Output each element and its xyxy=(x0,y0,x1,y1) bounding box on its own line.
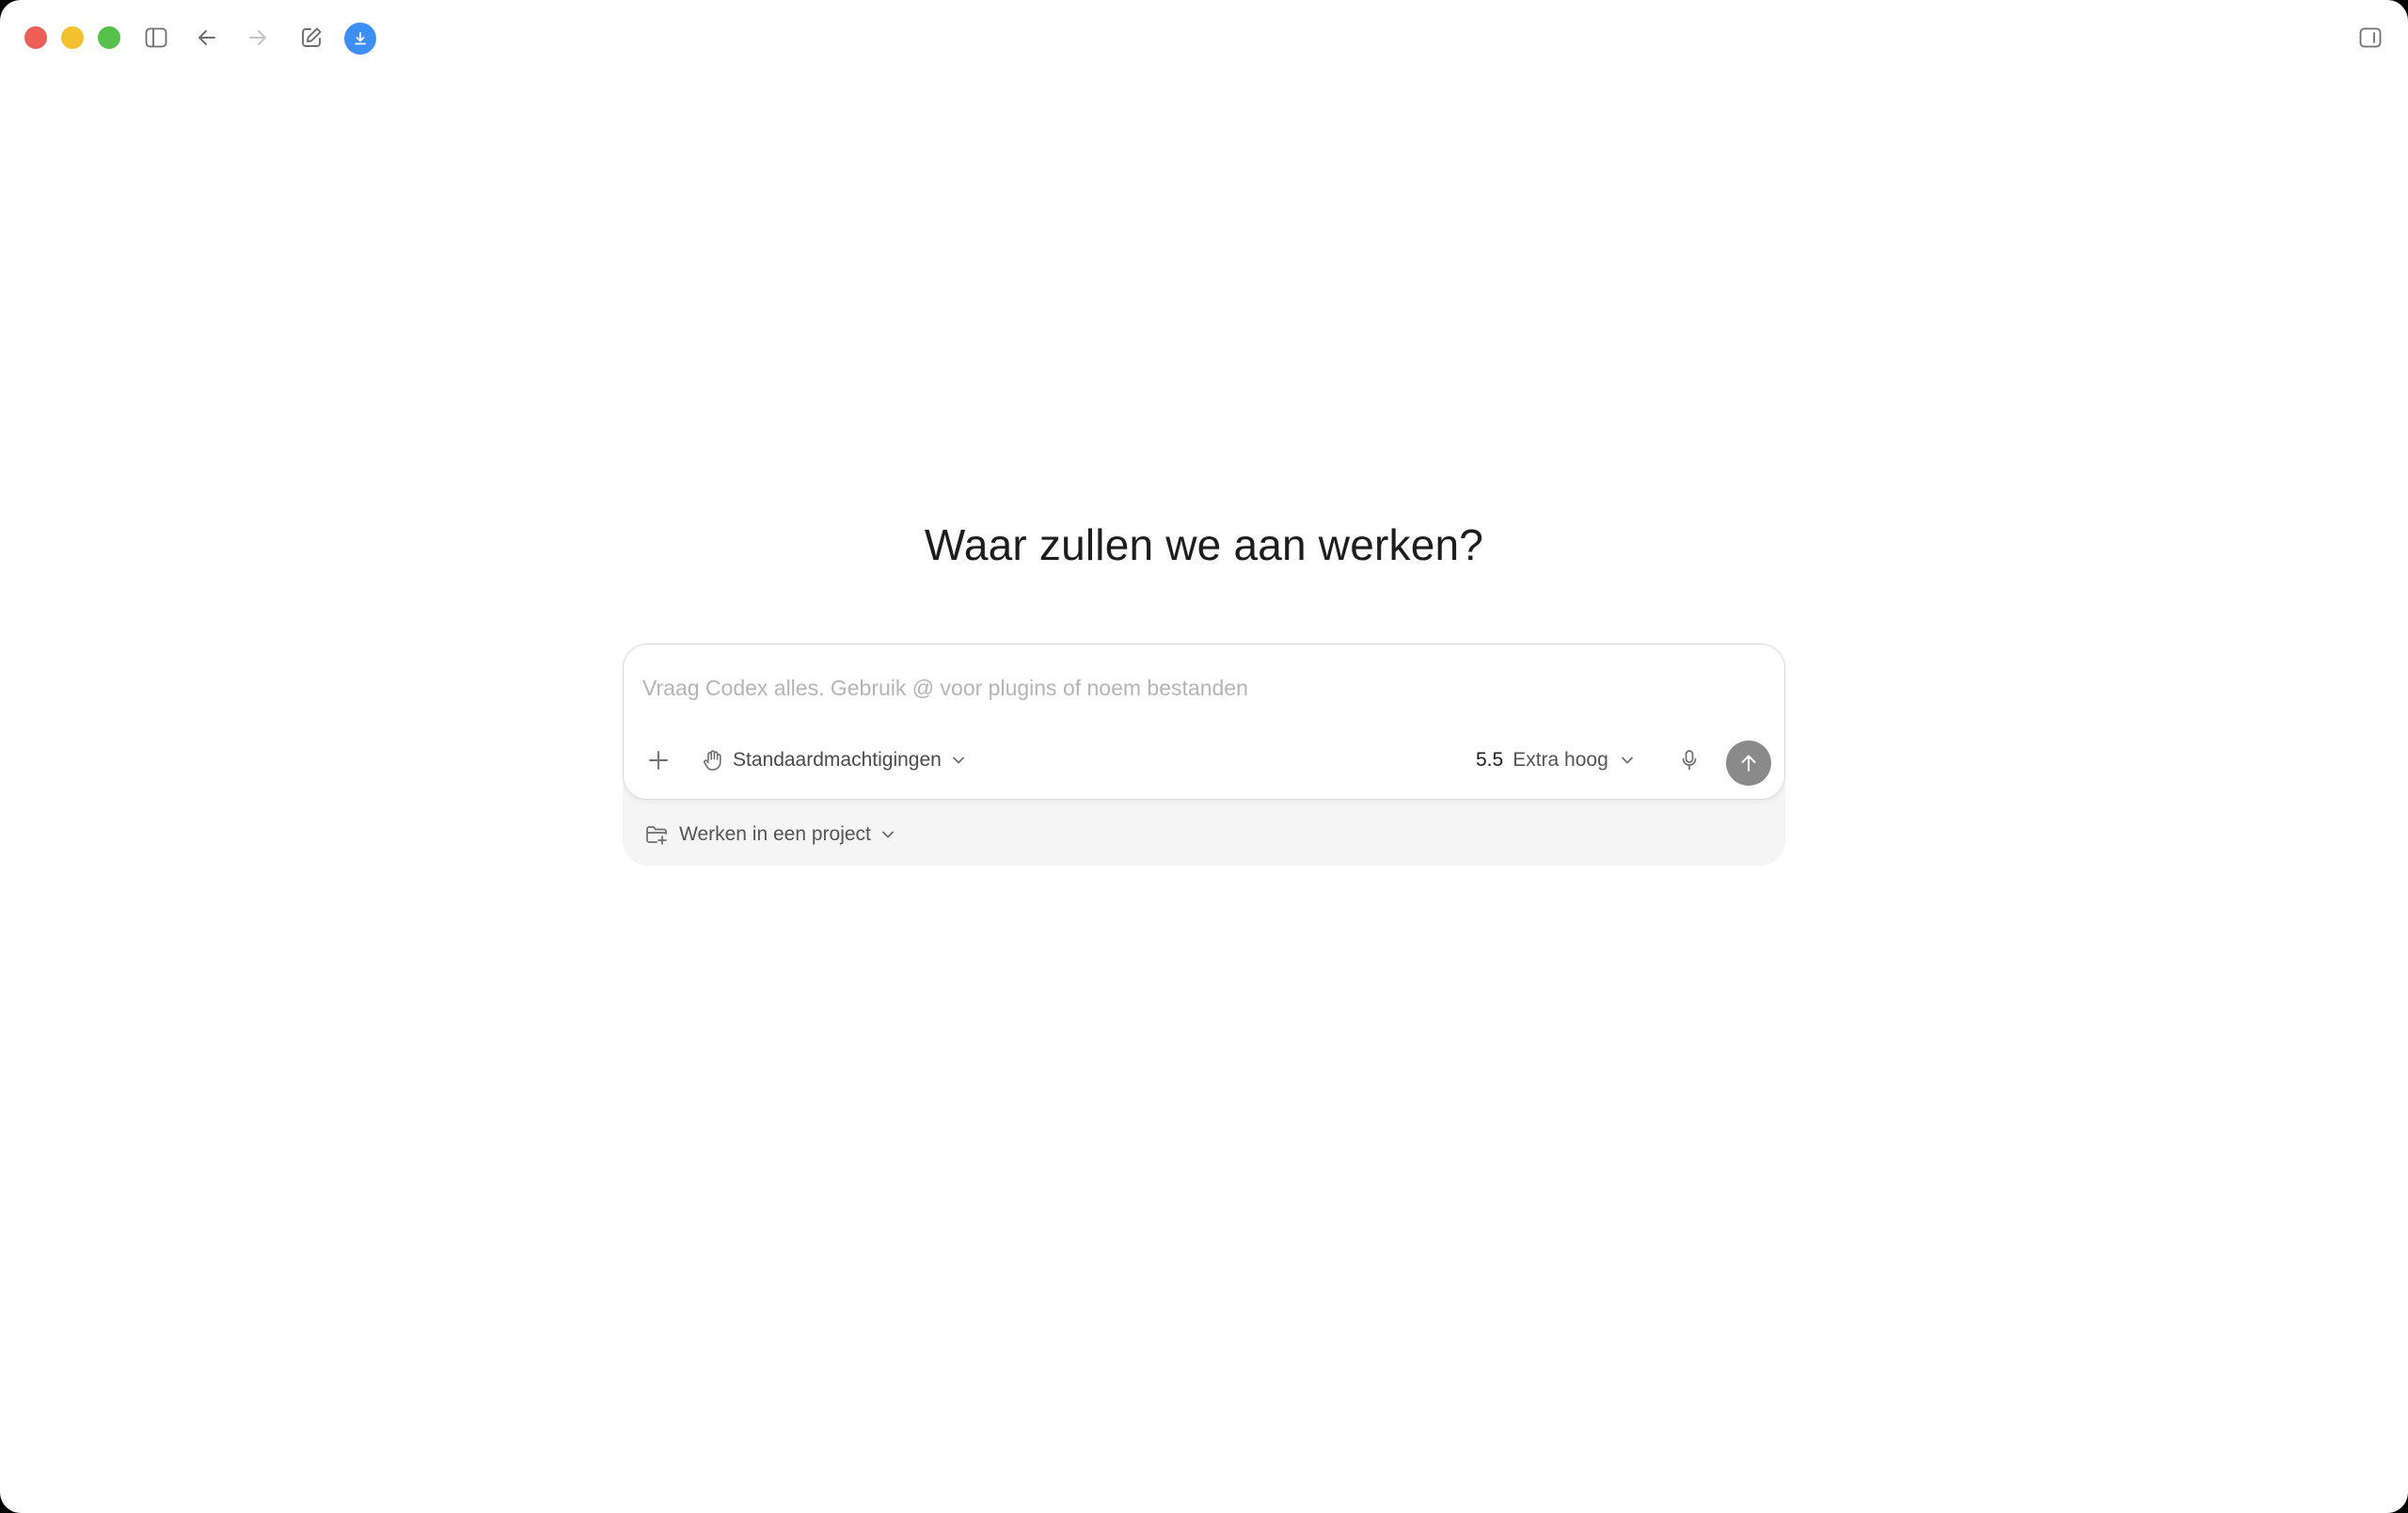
download-update-button[interactable] xyxy=(344,23,376,55)
arrow-left-icon xyxy=(198,30,215,45)
voice-input-button[interactable] xyxy=(1673,744,1705,776)
permissions-label: Standaardmachtigingen xyxy=(733,749,942,771)
arrow-up-icon xyxy=(1741,755,1756,772)
panel-icon xyxy=(2359,27,2382,48)
close-window-button[interactable] xyxy=(24,26,47,49)
hand-icon xyxy=(704,750,721,771)
plus-icon xyxy=(649,751,668,770)
right-panel-toggle-button[interactable] xyxy=(2352,19,2389,56)
prompt-input[interactable] xyxy=(642,669,1752,707)
forward-button[interactable] xyxy=(239,19,277,56)
composer-container: Standaardmachtigingen 5.5 Extra hoog xyxy=(623,644,1785,866)
model-version: 5.5 xyxy=(1476,749,1504,771)
send-button[interactable] xyxy=(1726,741,1771,786)
chevron-down-icon xyxy=(1621,756,1633,764)
project-label: Werken in een project xyxy=(679,823,871,845)
sidebar-toggle-button[interactable] xyxy=(137,19,175,56)
app-window: Waar zullen we aan werken? Standaardmach… xyxy=(0,0,2408,1513)
title-bar xyxy=(0,0,2408,75)
arrow-right-icon xyxy=(249,30,266,45)
folder-plus-icon xyxy=(646,826,667,845)
compose-icon xyxy=(302,27,322,47)
maximize-window-button[interactable] xyxy=(98,26,120,49)
chevron-down-icon xyxy=(881,831,894,838)
back-button[interactable] xyxy=(188,19,226,56)
page-title: Waar zullen we aan werken? xyxy=(924,520,1484,569)
chevron-down-icon xyxy=(952,756,964,764)
sidebar-icon xyxy=(145,27,167,48)
microphone-icon xyxy=(1682,750,1697,771)
model-selector-dropdown[interactable]: 5.5 Extra hoog xyxy=(1476,742,1635,778)
download-icon xyxy=(355,32,366,45)
composer: Standaardmachtigingen 5.5 Extra hoog xyxy=(623,644,1785,800)
new-chat-button[interactable] xyxy=(293,19,330,56)
add-attachment-button[interactable] xyxy=(642,744,674,776)
minimize-window-button[interactable] xyxy=(61,26,84,49)
permissions-dropdown[interactable]: Standaardmachtigingen xyxy=(703,742,966,778)
project-selector-dropdown[interactable]: Werken in een project xyxy=(645,819,895,851)
model-effort: Extra hoog xyxy=(1513,749,1608,771)
